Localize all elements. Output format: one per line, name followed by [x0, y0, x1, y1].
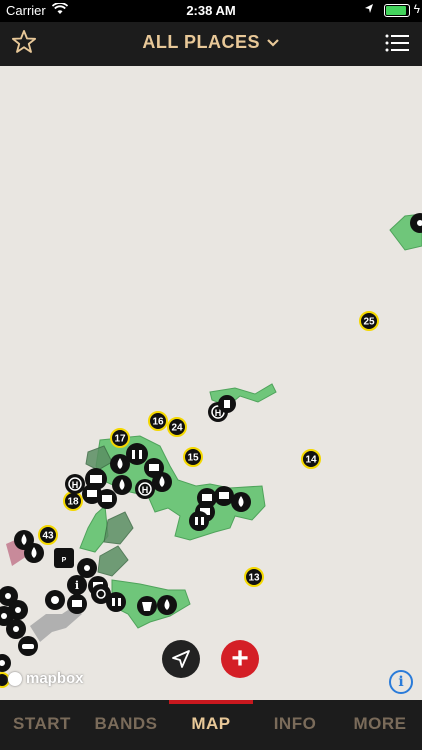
marker-label: 16: [152, 417, 164, 428]
marker-43[interactable]: 43: [38, 525, 58, 545]
svg-text:H: H: [72, 480, 79, 490]
sun-icon[interactable]: [45, 590, 65, 610]
map-green-areas: [79, 213, 422, 629]
marker-label: 24: [171, 423, 183, 434]
shop-icon[interactable]: [214, 486, 234, 506]
svg-text:P: P: [62, 557, 67, 564]
hospital-icon[interactable]: H: [135, 479, 155, 499]
plus-icon: +: [231, 642, 249, 675]
active-tab-indicator: [169, 700, 253, 704]
marker-25[interactable]: 25: [359, 311, 379, 331]
marker-label: 43: [42, 531, 54, 542]
poi-icon[interactable]: [6, 619, 26, 639]
mapbox-attribution[interactable]: mapbox: [8, 670, 84, 687]
battery-icon: [384, 4, 410, 17]
tab-bands[interactable]: BANDS: [84, 714, 168, 734]
map-info-icon[interactable]: i: [389, 670, 413, 694]
poi-icon[interactable]: [77, 558, 97, 578]
marker-16[interactable]: 16: [148, 411, 168, 431]
status-time: 2:38 AM: [186, 3, 236, 18]
marker-label: 15: [187, 453, 199, 464]
status-bar: Carrier 2:38 AM ϟ: [0, 0, 422, 22]
shop-icon[interactable]: [67, 594, 87, 614]
mapbox-logo-icon: [8, 671, 22, 686]
marker-label: 13: [248, 573, 260, 584]
top-navigation-bar: ALL PLACES: [0, 22, 422, 66]
poi-icon[interactable]: [218, 395, 236, 413]
parking-kr-icon[interactable]: P: [54, 548, 74, 568]
map-canvas: 25 16 24 17 15 14 18 43 13 H H H P i: [0, 213, 422, 688]
list-menu-icon[interactable]: [384, 32, 410, 54]
page-title: ALL PLACES: [142, 32, 261, 52]
marker-label: 25: [363, 317, 375, 328]
place-filter-dropdown[interactable]: ALL PLACES: [0, 32, 422, 53]
water-drop-icon[interactable]: [110, 454, 130, 474]
locate-me-button[interactable]: [162, 640, 200, 678]
charging-icon: ϟ: [413, 2, 420, 16]
car-icon[interactable]: [18, 636, 38, 656]
marker-15[interactable]: 15: [183, 447, 203, 467]
toilets-icon[interactable]: [189, 511, 209, 531]
info-icon[interactable]: i: [67, 575, 87, 595]
tab-map[interactable]: MAP: [169, 714, 253, 734]
chevron-down-icon: [266, 32, 280, 52]
shop-icon[interactable]: [82, 484, 102, 504]
svg-text:H: H: [142, 485, 149, 495]
bin-icon[interactable]: [137, 596, 157, 616]
hospital-icon[interactable]: H: [65, 474, 85, 494]
tab-start[interactable]: START: [0, 714, 84, 734]
map-view[interactable]: 25 16 24 17 15 14 18 43 13 H H H P i map…: [0, 66, 422, 700]
marker-label: 18: [67, 497, 79, 508]
marker-label: 17: [114, 434, 126, 445]
location-services-icon: [364, 3, 374, 18]
mapbox-label: mapbox: [26, 670, 84, 687]
tab-info[interactable]: INFO: [253, 714, 337, 734]
water-drop-icon[interactable]: [157, 595, 177, 615]
water-drop-icon[interactable]: [112, 475, 132, 495]
bottom-tab-bar: START BANDS MAP INFO MORE: [0, 700, 422, 750]
marker-24[interactable]: 24: [167, 417, 187, 437]
tab-more[interactable]: MORE: [338, 714, 422, 734]
marker-13[interactable]: 13: [244, 567, 264, 587]
marker-14[interactable]: 14: [301, 449, 321, 469]
marker-17[interactable]: 17: [110, 428, 130, 448]
water-drop-icon[interactable]: [24, 543, 44, 563]
marker-18[interactable]: 18: [63, 491, 83, 511]
marker-label: 14: [305, 455, 317, 466]
water-drop-icon[interactable]: [231, 492, 251, 512]
add-place-button[interactable]: +: [221, 640, 259, 678]
svg-text:i: i: [75, 579, 79, 592]
toilets-icon[interactable]: [106, 592, 126, 612]
